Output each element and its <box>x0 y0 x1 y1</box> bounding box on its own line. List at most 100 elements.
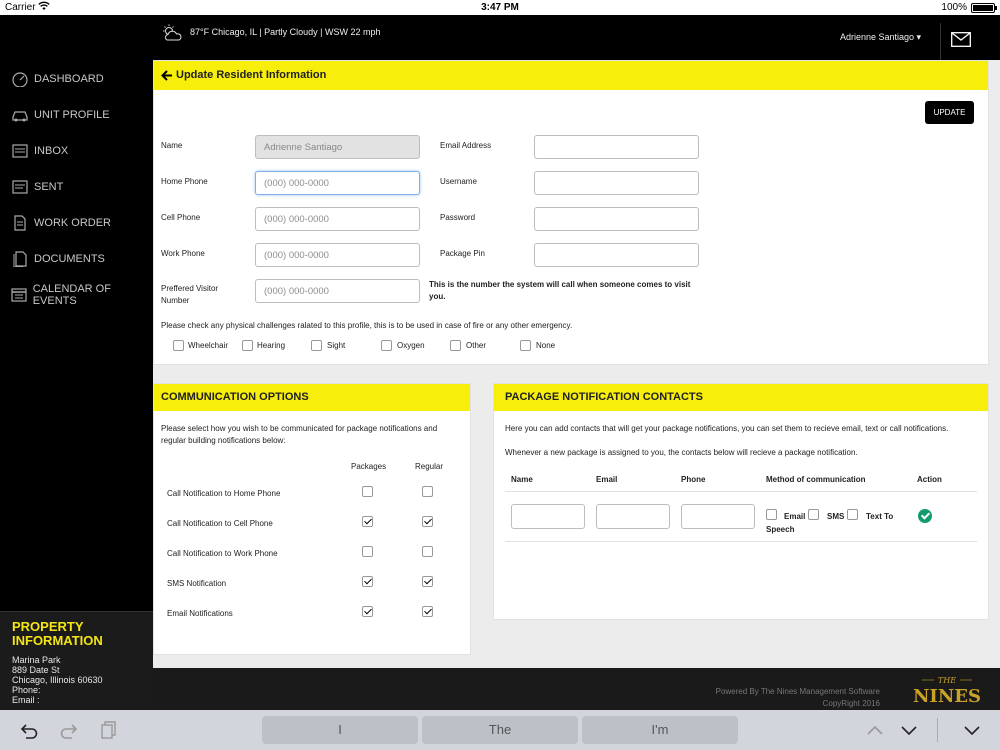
challenge-none-checkbox[interactable] <box>520 340 531 351</box>
chevron-up-icon[interactable] <box>865 721 885 739</box>
method-email-checkbox[interactable] <box>766 509 777 520</box>
sent-icon <box>10 178 30 196</box>
suggestion-1[interactable]: I <box>262 716 418 744</box>
keyboard-divider <box>937 718 938 742</box>
method-label: Speech <box>766 525 795 534</box>
undo-icon[interactable] <box>20 721 40 739</box>
copyright: CopyRight 2016 <box>822 699 880 708</box>
user-menu[interactable]: Adrienne Santiago ▾ <box>840 32 921 43</box>
partly-cloudy-icon <box>163 24 182 41</box>
powered-by: Powered By The Nines Management Software <box>715 687 880 696</box>
challenge-other-checkbox[interactable] <box>450 340 461 351</box>
sidebar-item-calendar[interactable]: CALENDAR OF EVENTS <box>10 283 150 307</box>
comm-row-label: SMS Notification <box>167 579 227 588</box>
property-phone: Phone: <box>12 685 41 695</box>
cell-phone-regular-checkbox[interactable] <box>422 516 433 527</box>
svg-text:THE: THE <box>938 676 956 685</box>
home-phone-field[interactable] <box>255 171 420 195</box>
paste-icon[interactable] <box>98 721 118 739</box>
email-regular-checkbox[interactable] <box>422 606 433 617</box>
method-sms-checkbox[interactable] <box>808 509 819 520</box>
package-pin-field[interactable] <box>534 243 699 267</box>
clock: 3:47 PM <box>481 2 519 13</box>
package-contacts-header: PACKAGE NOTIFICATION CONTACTS <box>494 384 988 411</box>
table-divider <box>505 491 977 492</box>
name-field[interactable] <box>255 135 420 159</box>
mail-icon[interactable] <box>951 32 971 47</box>
sidebar-item-inbox[interactable]: INBOX <box>10 140 150 162</box>
col-name-header: Name <box>511 475 533 484</box>
main-content: Update Resident Information UPDATE Name … <box>153 60 1000 668</box>
battery-percent: 100% <box>941 2 967 13</box>
visitor-number-field[interactable] <box>255 279 420 303</box>
back-arrow-icon[interactable] <box>161 70 173 81</box>
challenges-instructions: Please check any physical challenges ral… <box>161 321 573 330</box>
sidebar-item-label: WORK ORDER <box>34 217 111 229</box>
sidebar-item-work-order[interactable]: WORK ORDER <box>10 212 150 234</box>
challenge-wheelchair-checkbox[interactable] <box>173 340 184 351</box>
sidebar-item-dashboard[interactable]: DASHBOARD <box>10 68 150 90</box>
challenge-label: Sight <box>327 341 346 350</box>
challenge-label: Oxygen <box>397 341 425 350</box>
battery-icon <box>971 3 997 13</box>
email-field[interactable] <box>534 135 699 159</box>
email-packages-checkbox[interactable] <box>362 606 373 617</box>
challenge-oxygen-checkbox[interactable] <box>381 340 392 351</box>
car-icon <box>10 106 30 124</box>
package-contacts-description: Here you can add contacts that will get … <box>505 424 949 433</box>
comm-row-label: Call Notification to Work Phone <box>167 549 278 558</box>
redo-icon[interactable] <box>58 721 78 739</box>
sidebar: DASHBOARD UNIT PROFILE INBOX SENT WORK O… <box>0 15 153 725</box>
col-email-header: Email <box>596 475 618 484</box>
sms-packages-checkbox[interactable] <box>362 576 373 587</box>
topbar-divider <box>940 23 941 60</box>
work-phone-regular-checkbox[interactable] <box>422 546 433 557</box>
sms-regular-checkbox[interactable] <box>422 576 433 587</box>
method-label: Text To <box>866 512 894 521</box>
username-field[interactable] <box>534 171 699 195</box>
property-title: PROPERTY INFORMATION <box>12 619 103 648</box>
property-street: 889 Date St <box>12 665 60 675</box>
communication-options-panel: COMMUNICATION OPTIONS Please select how … <box>153 383 471 655</box>
method-label: Email <box>784 512 806 521</box>
email-label: Email Address <box>440 141 492 150</box>
name-label: Name <box>161 141 183 150</box>
visitor-note: This is the number the system will call … <box>429 280 691 301</box>
home-phone-regular-checkbox[interactable] <box>422 486 433 497</box>
footer: Powered By The Nines Management Software… <box>153 668 1000 710</box>
col-action-header: Action <box>917 475 942 484</box>
chevron-down-icon[interactable] <box>899 721 919 739</box>
suggestion-3[interactable]: I'm <box>582 716 738 744</box>
cell-phone-field[interactable] <box>255 207 420 231</box>
challenge-hearing-checkbox[interactable] <box>242 340 253 351</box>
keyboard-suggestion-bar: I The I'm <box>0 710 1000 750</box>
inbox-icon <box>10 142 30 160</box>
contact-email-input[interactable] <box>596 504 670 529</box>
home-phone-label: Home Phone <box>161 177 208 186</box>
contact-phone-input[interactable] <box>681 504 755 529</box>
update-button[interactable]: UPDATE <box>925 101 974 124</box>
cell-phone-packages-checkbox[interactable] <box>362 516 373 527</box>
dismiss-keyboard-icon[interactable] <box>962 721 982 739</box>
password-field[interactable] <box>534 207 699 231</box>
save-contact-check-icon[interactable] <box>918 509 932 523</box>
package-pin-label: Package Pin <box>440 249 485 258</box>
sidebar-item-sent[interactable]: SENT <box>10 176 150 198</box>
work-phone-packages-checkbox[interactable] <box>362 546 373 557</box>
suggestion-2[interactable]: The <box>422 716 578 744</box>
challenge-sight-checkbox[interactable] <box>311 340 322 351</box>
method-tts-checkbox[interactable] <box>847 509 858 520</box>
top-bar: 87°F Chicago, IL | Partly Cloudy | WSW 2… <box>153 15 1000 60</box>
username-label: Username <box>440 177 477 186</box>
communication-options-header: COMMUNICATION OPTIONS <box>154 384 470 411</box>
col-method-header: Method of communication <box>766 475 866 484</box>
package-contacts-description-2: Whenever a new package is assigned to yo… <box>505 448 858 457</box>
home-phone-packages-checkbox[interactable] <box>362 486 373 497</box>
sidebar-item-unit-profile[interactable]: UNIT PROFILE <box>10 104 150 126</box>
sidebar-item-documents[interactable]: DOCUMENTS <box>10 248 150 270</box>
contact-name-input[interactable] <box>511 504 585 529</box>
work-phone-field[interactable] <box>255 243 420 267</box>
property-information: PROPERTY INFORMATION Marina Park 889 Dat… <box>0 611 153 725</box>
page-title: Update Resident Information <box>176 69 327 81</box>
calendar-icon <box>10 286 29 304</box>
